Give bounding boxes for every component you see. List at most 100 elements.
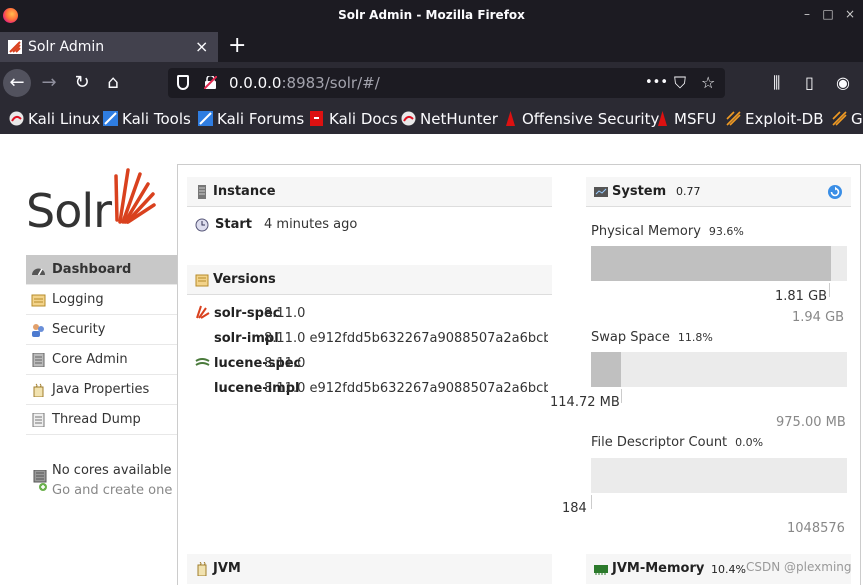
maximize-icon[interactable]: □ (821, 7, 835, 21)
menu-label: Dashboard (52, 262, 132, 277)
menu-item-core-admin[interactable]: Core Admin (26, 345, 177, 375)
refresh-icon[interactable] (827, 184, 843, 200)
menu-label: Java Properties (52, 382, 150, 397)
bookmark-kali-linux[interactable]: Kali Linux (9, 110, 100, 128)
nethunter-icon (401, 111, 416, 126)
tab-bar: Solr Admin × + (0, 32, 863, 62)
metric-name: File Descriptor Count (591, 435, 728, 450)
bookmark-exploit-db[interactable]: Exploit-DB (726, 110, 824, 128)
window-titlebar: Solr Admin - Mozilla Firefox – □ × (0, 0, 863, 32)
bookmark-offensive-security[interactable]: Offensive Security (503, 110, 659, 128)
page-actions-icon[interactable]: ••• (645, 75, 668, 90)
menu-item-java-properties[interactable]: Java Properties (26, 375, 177, 405)
kali-forums-icon (198, 111, 213, 126)
bookmark-ghdb[interactable]: G (832, 110, 863, 128)
security-icon (32, 324, 44, 337)
bookmark-kali-tools[interactable]: Kali Tools (103, 110, 191, 128)
solr-logo[interactable]: Solr (26, 164, 162, 238)
instance-icon (198, 185, 206, 199)
url-bar[interactable]: 0.0.0.0:8983/solr/#/ ••• ⛉ ☆ (168, 68, 725, 98)
physical-memory-fill (591, 246, 831, 281)
bookmark-star-icon[interactable]: ☆ (701, 73, 715, 92)
tab-label: Solr Admin (28, 39, 105, 55)
tracking-shield-icon[interactable] (177, 75, 189, 90)
jvm-memory-title: JVM-Memory (612, 561, 705, 576)
bookmark-kali-docs[interactable]: Kali Docs (310, 110, 398, 128)
sidebar: Solr Dashboard Logging Security Core Adm… (0, 134, 177, 585)
versions-title: Versions (213, 272, 276, 287)
new-tab-button[interactable]: + (228, 33, 246, 58)
cores-section[interactable]: No cores available Go and create one (26, 460, 177, 500)
bookmark-label: Kali Linux (28, 110, 101, 128)
home-button[interactable]: ⌂ (101, 71, 125, 95)
close-window-icon[interactable]: × (843, 7, 857, 21)
menu-label: Security (52, 322, 106, 337)
file-descriptor-total: 1048576 (787, 521, 845, 536)
swap-space-total: 975.00 MB (776, 415, 846, 430)
forward-button[interactable]: → (37, 71, 61, 95)
system-icon (594, 187, 608, 197)
jvm-icon (197, 562, 207, 576)
url-path: :8983/solr/#/ (281, 74, 380, 92)
account-icon[interactable]: ◉ (836, 73, 850, 92)
reload-button[interactable]: ↻ (70, 71, 94, 95)
bookmark-label: Offensive Security (522, 110, 660, 128)
physical-memory-label: Physical Memory 93.6% (591, 224, 744, 239)
bookmark-label: Kali Forums (217, 110, 305, 128)
menu-item-dashboard[interactable]: Dashboard (26, 255, 177, 285)
swap-space-fill (591, 352, 622, 387)
clock-icon (195, 218, 209, 232)
versions-header: Versions (187, 265, 552, 295)
file-descriptor-bar (591, 458, 847, 493)
bookmark-label: NetHunter (420, 110, 498, 128)
create-core-link[interactable]: Go and create one (52, 483, 172, 498)
used-tick (591, 495, 592, 509)
instance-header: Instance (187, 177, 552, 207)
instance-title: Instance (213, 184, 276, 199)
pocket-icon[interactable]: ⛉ (674, 73, 686, 93)
window-title: Solr Admin - Mozilla Firefox (338, 8, 525, 22)
back-button[interactable]: ← (3, 69, 31, 97)
system-header: System 0.77 (586, 177, 851, 207)
menu-label: Logging (52, 292, 104, 307)
metric-name: Physical Memory (591, 224, 701, 239)
core-selector-icon (33, 470, 47, 491)
bookmark-kali-forums[interactable]: Kali Forums (198, 110, 304, 128)
bookmark-label: Exploit-DB (745, 110, 824, 128)
dashboard-content: Instance Start 4 minutes ago Versions so… (177, 164, 861, 585)
solr-logo-text: Solr (26, 184, 112, 238)
bookmark-nethunter[interactable]: NetHunter (401, 110, 498, 128)
physical-memory-bar (591, 246, 847, 281)
used-tick (621, 389, 622, 403)
solr-sunburst-icon (114, 168, 156, 224)
menu-item-security[interactable]: Security (26, 315, 177, 345)
version-value: 8.11.0 e912fdd5b632267a9088507a2a6bcbc75 (264, 381, 548, 396)
version-value: 8.11.0 e912fdd5b632267a9088507a2a6bcbc75 (264, 331, 548, 346)
system-title: System (612, 184, 667, 199)
bookmarks-bar: Kali Linux Kali Tools Kali Forums Kali D… (0, 104, 863, 134)
tab-solr-admin[interactable]: Solr Admin × (0, 32, 218, 62)
menu-item-thread-dump[interactable]: Thread Dump (26, 405, 177, 435)
logging-icon (31, 294, 46, 307)
used-tick (829, 283, 830, 297)
kali-docs-icon (310, 111, 323, 126)
solr-version-icon (196, 305, 210, 319)
url-host: 0.0.0.0 (229, 74, 282, 92)
metric-percent: 0.0% (735, 436, 764, 449)
physical-memory-used: 1.81 GB (775, 289, 828, 304)
start-value: 4 minutes ago (264, 217, 358, 232)
bookmark-msfu[interactable]: MSFU (655, 110, 716, 128)
tab-close-icon[interactable]: × (195, 37, 208, 56)
library-icon[interactable]: ⫼ (773, 73, 780, 93)
menu-item-logging[interactable]: Logging (26, 285, 177, 315)
minimize-icon[interactable]: – (800, 7, 814, 21)
system-load: 0.77 (676, 185, 701, 198)
no-cores-text: No cores available (52, 463, 172, 478)
ghdb-icon (832, 111, 847, 126)
insecure-lock-icon[interactable] (204, 76, 217, 89)
swap-space-used: 114.72 MB (550, 395, 620, 410)
url-text[interactable]: 0.0.0.0:8983/solr/#/ (229, 74, 380, 92)
core-admin-icon (32, 353, 45, 367)
thread-dump-icon (32, 413, 45, 427)
sidebar-toggle-icon[interactable]: ▯ (805, 73, 814, 92)
